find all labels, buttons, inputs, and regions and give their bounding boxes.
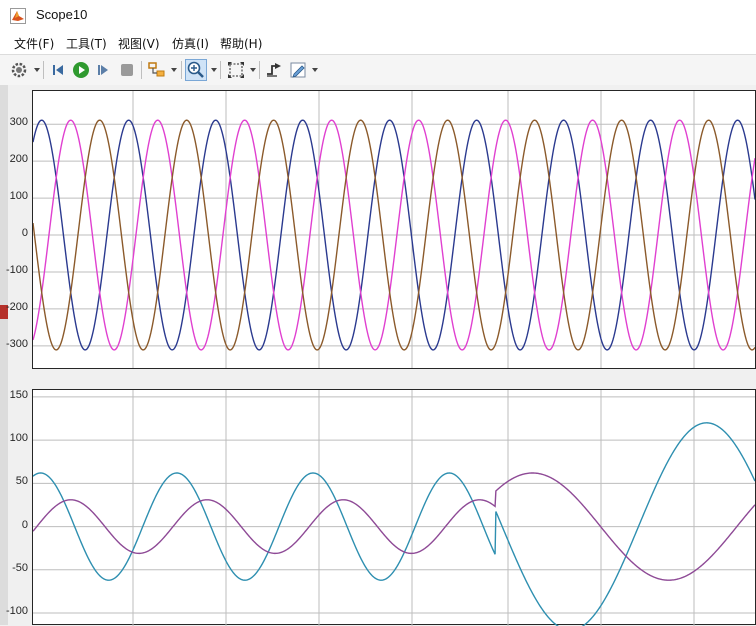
style-button[interactable] bbox=[287, 59, 309, 81]
y-tick-label: 50 bbox=[15, 475, 28, 488]
step-back-icon bbox=[53, 65, 63, 75]
menu-bar: 文件(F) 工具(T) 视图(V) 仿真(I) 帮助(H) bbox=[0, 32, 756, 54]
style-dropdown-arrow[interactable] bbox=[312, 68, 318, 72]
y-tick-label: -100 bbox=[5, 263, 28, 276]
run-button[interactable] bbox=[70, 59, 92, 81]
menu-help[interactable]: 帮助(H) bbox=[220, 35, 262, 52]
autoscale-button[interactable] bbox=[225, 59, 247, 81]
settings-button[interactable] bbox=[8, 59, 30, 81]
series-line-1 bbox=[33, 422, 755, 626]
window-title: Scope10 bbox=[36, 7, 88, 22]
toolbar-separator bbox=[181, 61, 182, 79]
menu-view[interactable]: 视图(V) bbox=[118, 35, 160, 52]
play-icon bbox=[73, 62, 89, 78]
stop-icon bbox=[121, 64, 133, 76]
step-forward-icon bbox=[98, 65, 108, 75]
trigger-icon bbox=[267, 63, 281, 77]
toolbar-separator bbox=[220, 61, 221, 79]
axes-signals[interactable] bbox=[32, 389, 756, 626]
y-tick-label: -300 bbox=[5, 337, 28, 350]
pencil-icon bbox=[290, 62, 306, 78]
y-tick-label: 0 bbox=[21, 227, 28, 240]
menu-file[interactable]: 文件(F) bbox=[14, 35, 54, 52]
plot-canvas-bottom bbox=[33, 390, 755, 626]
toolbar-separator bbox=[259, 61, 260, 79]
menu-simulation[interactable]: 仿真(I) bbox=[172, 35, 209, 52]
toolbar bbox=[0, 54, 756, 86]
y-tick-label: 0 bbox=[21, 518, 28, 531]
triggers-button[interactable] bbox=[263, 59, 285, 81]
y-tick-label: -50 bbox=[12, 561, 28, 574]
gear-icon bbox=[11, 62, 27, 78]
plot-canvas-top bbox=[33, 91, 755, 368]
stop-button[interactable] bbox=[116, 59, 138, 81]
autoscale-icon bbox=[228, 62, 244, 78]
y-tick-label: 100 bbox=[9, 190, 28, 203]
y-tick-label: 300 bbox=[9, 116, 28, 129]
menu-tools[interactable]: 工具(T) bbox=[66, 35, 107, 52]
matlab-app-icon bbox=[10, 8, 26, 24]
zoom-button[interactable] bbox=[185, 59, 207, 81]
highlight-button[interactable] bbox=[146, 59, 168, 81]
background-window-edge bbox=[0, 85, 8, 625]
zoom-dropdown-arrow[interactable] bbox=[211, 68, 217, 72]
axes-phase-voltages[interactable] bbox=[32, 90, 756, 369]
step-forward-button[interactable] bbox=[93, 59, 115, 81]
y-tick-label: -200 bbox=[5, 300, 28, 313]
toolbar-separator bbox=[141, 61, 142, 79]
zoom-in-icon bbox=[187, 61, 204, 78]
y-tick-label: -100 bbox=[5, 605, 28, 618]
y-tick-label: 200 bbox=[9, 153, 28, 166]
highlight-block-icon bbox=[148, 62, 165, 77]
toolbar-separator bbox=[43, 61, 44, 79]
y-tick-label: 150 bbox=[9, 388, 28, 401]
y-tick-label: 100 bbox=[9, 432, 28, 445]
title-bar: Scope10 bbox=[0, 0, 756, 33]
step-back-button[interactable] bbox=[48, 59, 70, 81]
settings-dropdown-arrow[interactable] bbox=[34, 68, 40, 72]
autoscale-dropdown-arrow[interactable] bbox=[250, 68, 256, 72]
highlight-dropdown-arrow[interactable] bbox=[171, 68, 177, 72]
